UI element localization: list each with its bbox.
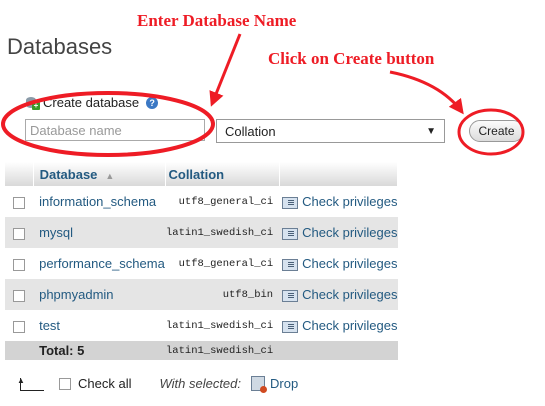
row-checkbox[interactable] (13, 258, 26, 271)
database-collation: utf8_general_ci (165, 186, 280, 217)
page-title: Databases (7, 34, 113, 59)
database-name-link[interactable]: mysql (33, 217, 166, 248)
annotation-enter-database-name: Enter Database Name (137, 11, 297, 30)
table-total-row: Total: 5 latin1_swedish_ci (5, 341, 398, 360)
database-collation: latin1_swedish_ci (165, 310, 280, 341)
check-privileges-link[interactable]: Check privileges (279, 217, 398, 248)
annotation-click-create-button: Click on Create button (268, 49, 435, 68)
database-name-link[interactable]: phpmyadmin (33, 279, 166, 310)
bulk-actions-bar: ▲ Check all With selected: Drop (17, 376, 298, 393)
privileges-icon (282, 227, 299, 240)
arrow-up-icon: ▲ (17, 376, 44, 391)
privileges-icon (282, 258, 299, 271)
help-icon[interactable]: ? (146, 96, 159, 109)
table-row: information_schema utf8_general_ci Check… (5, 186, 398, 217)
privileges-icon (282, 320, 299, 333)
annotation-arrow-create-button (389, 70, 464, 115)
privileges-icon (282, 289, 299, 302)
row-checkbox[interactable] (13, 320, 26, 333)
row-checkbox[interactable] (13, 289, 26, 302)
database-collation: utf8_bin (165, 279, 280, 310)
with-selected-label: With selected: (159, 376, 241, 391)
collation-select-value: Collation (225, 123, 276, 139)
check-privileges-link[interactable]: Check privileges (279, 248, 398, 279)
chevron-down-icon: ▼ (426, 125, 436, 137)
create-database-section: + Create database ? (26, 95, 159, 110)
create-button[interactable]: Create (469, 120, 524, 142)
database-collation: latin1_swedish_ci (165, 217, 280, 248)
check-privileges-link[interactable]: Check privileges (279, 310, 398, 341)
row-checkbox[interactable] (13, 227, 26, 240)
check-privileges-link[interactable]: Check privileges (279, 186, 398, 217)
database-add-icon: + (26, 96, 40, 110)
check-all-label[interactable]: Check all (78, 376, 131, 391)
annotation-arrow-name-input (209, 33, 242, 107)
table-row: mysql latin1_swedish_ci Check privileges (5, 217, 398, 248)
table-row: phpmyadmin utf8_bin Check privileges (5, 279, 398, 310)
drop-icon[interactable] (251, 376, 267, 393)
check-privileges-link[interactable]: Check privileges (279, 279, 398, 310)
actions-column-header (279, 162, 399, 186)
privileges-icon (282, 196, 299, 209)
database-name-link[interactable]: performance_schema (33, 248, 166, 279)
table-row: performance_schema utf8_general_ci Check… (5, 248, 398, 279)
database-collation: utf8_general_ci (165, 248, 280, 279)
drop-button[interactable]: Drop (270, 376, 298, 391)
row-checkbox[interactable] (13, 196, 26, 209)
collation-select[interactable]: Collation ▼ (216, 119, 445, 143)
create-database-label: Create database (43, 95, 140, 110)
table-header-row: Database ▲ Collation (5, 162, 399, 186)
sort-ascending-icon: ▲ (105, 170, 115, 181)
database-column-header[interactable]: Database ▲ (33, 162, 167, 186)
database-name-link[interactable]: information_schema (33, 186, 166, 217)
total-label: Total: 5 (33, 341, 166, 360)
databases-table: Database ▲ Collation information_schema u… (5, 162, 399, 360)
database-name-input[interactable] (25, 119, 205, 141)
database-name-link[interactable]: test (33, 310, 166, 341)
header-checkbox-column (5, 162, 34, 186)
total-collation: latin1_swedish_ci (165, 341, 280, 360)
collation-column-header[interactable]: Collation (165, 162, 280, 186)
table-row: test latin1_swedish_ci Check privileges (5, 310, 398, 341)
check-all-checkbox[interactable] (59, 377, 71, 390)
